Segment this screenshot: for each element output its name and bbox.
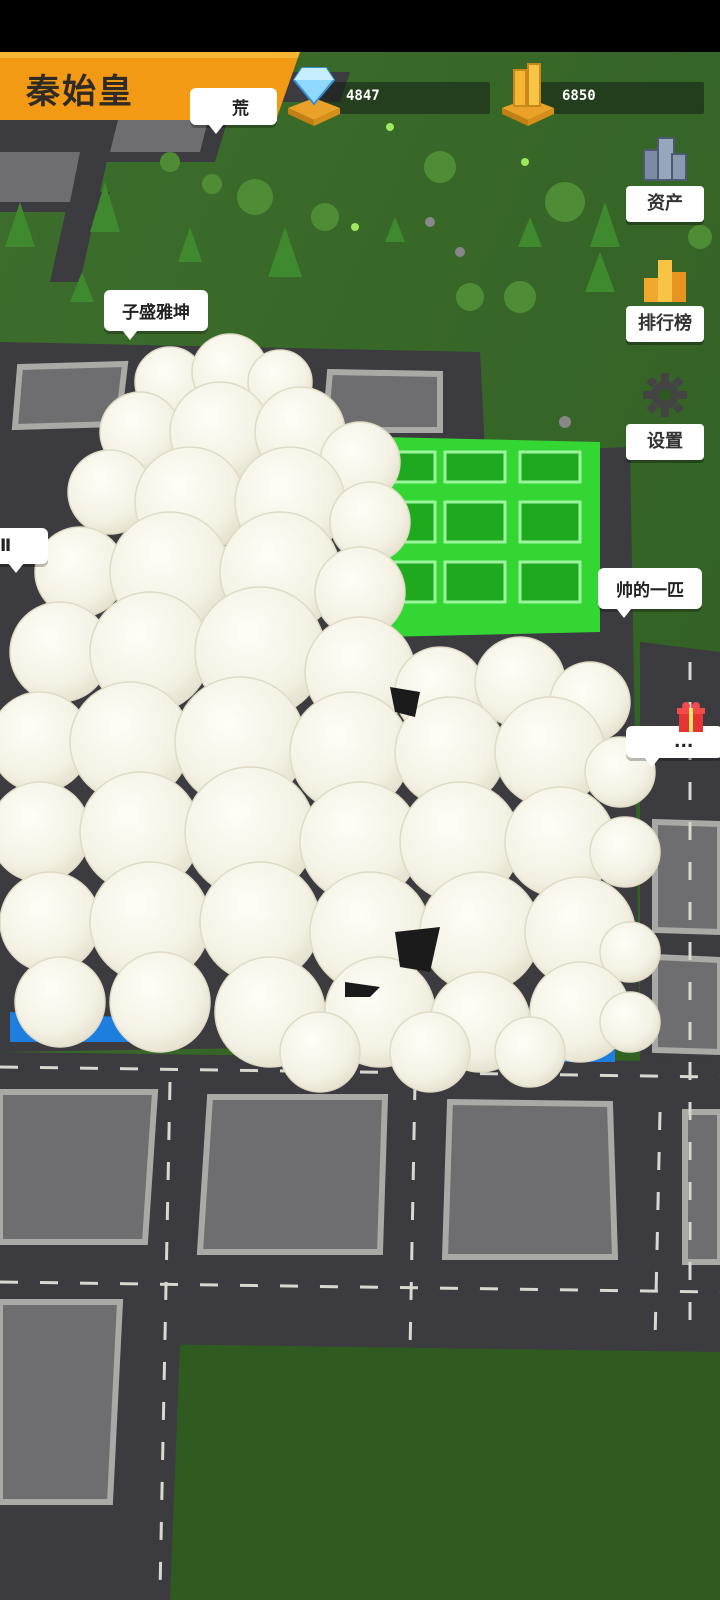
map-tag-text: 子盛雅坤	[122, 303, 190, 323]
diamond-icon	[282, 58, 346, 132]
assets-icon	[640, 132, 690, 190]
map-tag-text-fragment: Ⅱ	[0, 536, 12, 556]
map-tag-text: 帅的一匹	[616, 581, 684, 601]
status-bar	[0, 0, 720, 52]
assets-button[interactable]: 资产	[626, 130, 704, 222]
gift-icon[interactable]	[676, 700, 706, 738]
settings-button[interactable]: 设置	[626, 368, 704, 460]
gold-count: 6850	[562, 88, 596, 104]
assets-label: 资产	[626, 186, 704, 222]
leaderboard-icon	[640, 252, 690, 310]
map-tag-player[interactable]: 子盛雅坤	[104, 290, 208, 340]
build-zone-highlight	[380, 437, 600, 637]
gold-bars-icon	[496, 58, 560, 132]
leaderboard-label: 排行榜	[626, 306, 704, 342]
leaderboard-button[interactable]: 排行榜	[626, 250, 704, 342]
map-tag-player[interactable]: 帅的一匹	[598, 568, 702, 618]
diamond-count: 4847	[346, 88, 380, 104]
city-map[interactable]	[0, 52, 720, 1600]
gear-icon	[640, 370, 690, 424]
map-tag-text: 荒	[232, 99, 249, 119]
map-tag-offscreen[interactable]: Ⅱ	[0, 528, 48, 573]
settings-label: 设置	[626, 424, 704, 460]
player-name: 秦始皇	[26, 72, 134, 112]
map-tag-partial[interactable]: 荒	[190, 88, 277, 134]
game-world[interactable]	[0, 52, 720, 1600]
